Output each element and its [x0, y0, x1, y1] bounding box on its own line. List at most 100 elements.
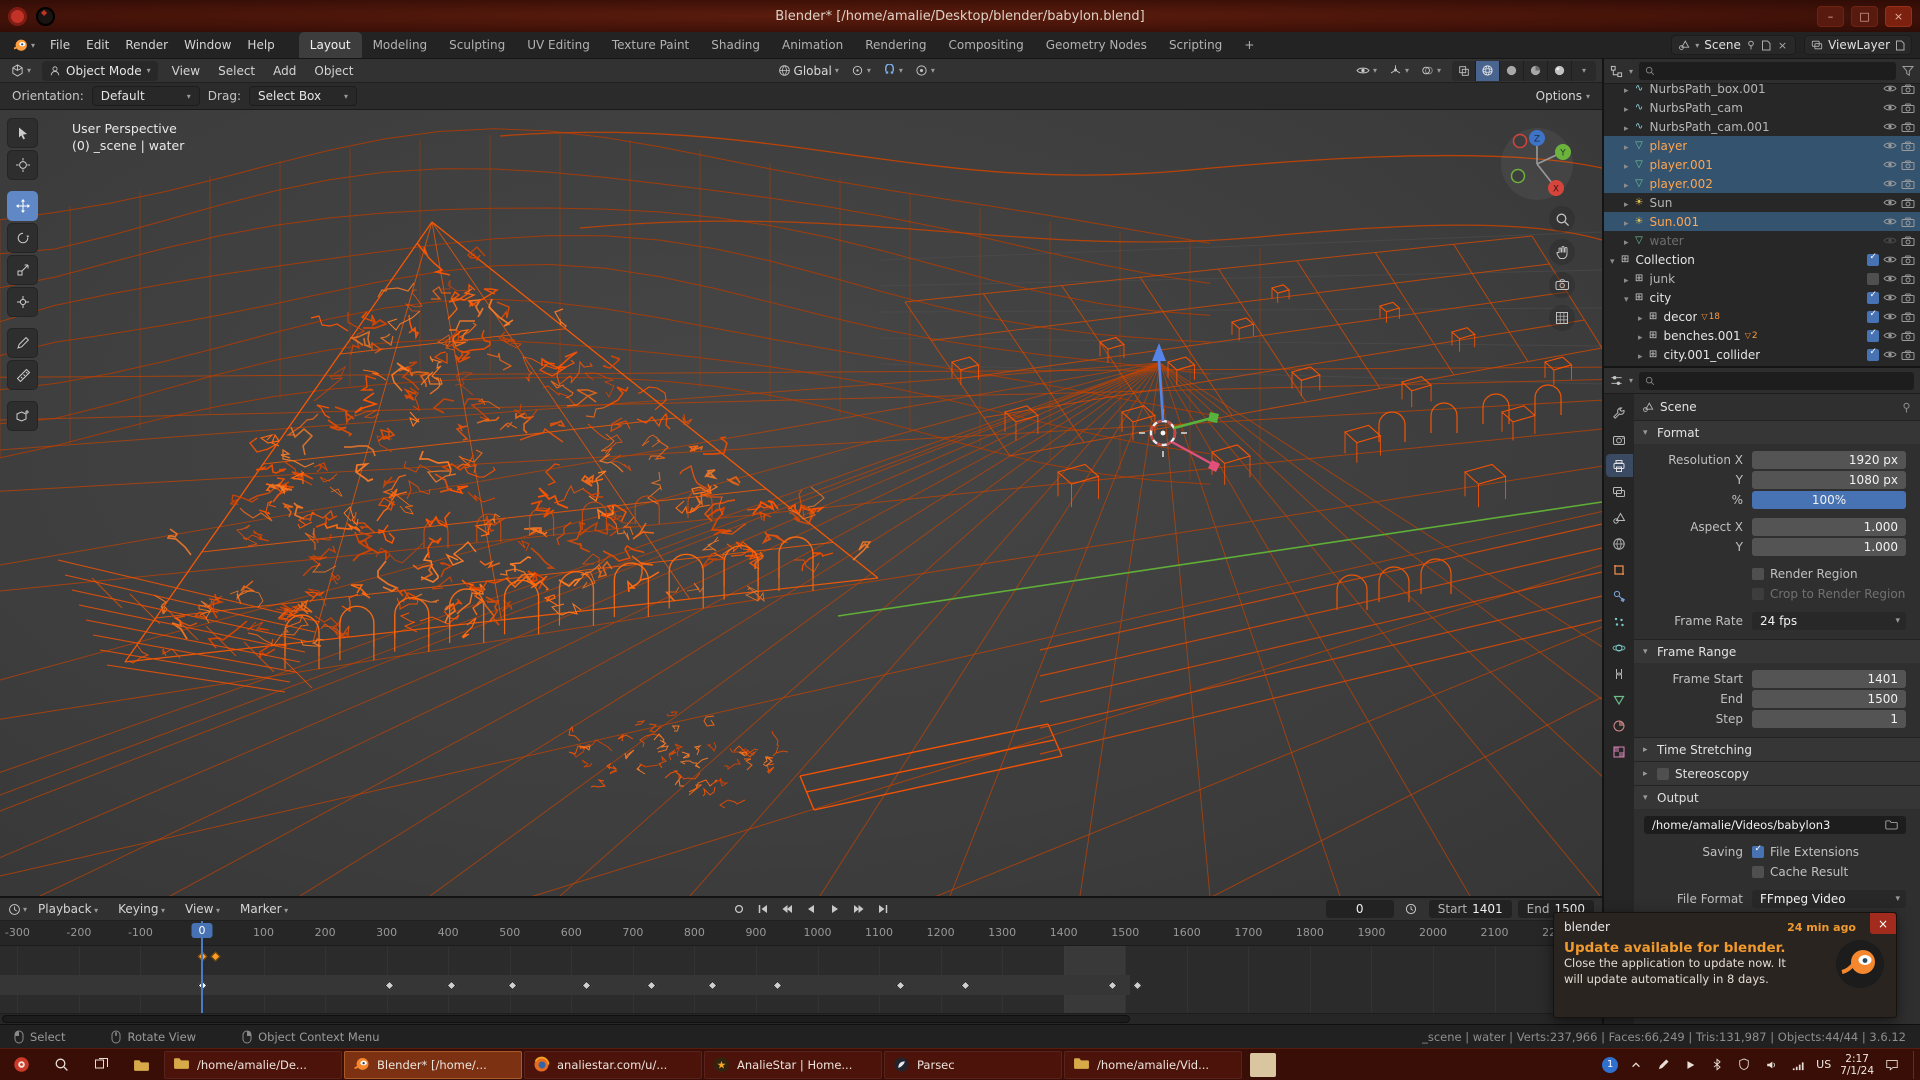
minimize-button[interactable]: – — [1817, 6, 1844, 27]
expand-arrow-icon[interactable] — [1610, 253, 1615, 267]
expand-arrow-icon[interactable] — [1624, 158, 1629, 172]
shading-dropdown[interactable]: ▾ — [1572, 61, 1596, 81]
window-menu-icon[interactable] — [8, 7, 27, 26]
scrollbar-handle[interactable] — [2, 1015, 1130, 1023]
file-explorer-icon[interactable] — [122, 1051, 160, 1079]
previous-keyframe-button[interactable] — [776, 900, 799, 919]
expand-arrow-icon[interactable] — [1624, 215, 1629, 229]
orthographic-grid-icon[interactable] — [1549, 305, 1575, 331]
outliner-row[interactable]: city.001_collider — [1604, 345, 1920, 364]
collection-checkbox[interactable] — [1867, 292, 1879, 304]
scene-tab-icon[interactable] — [1606, 506, 1633, 529]
output-tab-icon[interactable] — [1606, 454, 1633, 477]
taskbar-window-button[interactable]: ★ Blender* [/home/... — [344, 1051, 522, 1079]
file-extensions-checkbox[interactable] — [1752, 846, 1764, 858]
notification-popup[interactable]: × blender 24 min ago Update available fo… — [1553, 912, 1897, 1018]
volume-icon[interactable] — [1762, 1056, 1780, 1074]
menubar-item[interactable]: File — [42, 32, 78, 58]
render-tab-icon[interactable] — [1606, 428, 1633, 451]
play-tray-icon[interactable] — [1681, 1056, 1699, 1074]
outliner-row[interactable]: decor 18 — [1604, 307, 1920, 326]
transform-orientation-selector[interactable]: Global ▾ — [773, 61, 844, 81]
render-camera-icon[interactable] — [1901, 236, 1915, 246]
timeline-ruler[interactable]: -300-200-1000100200300400500600700800900… — [0, 921, 1602, 946]
notifications-icon[interactable] — [1883, 1056, 1901, 1074]
object-name[interactable]: NurbsPath_cam.001 — [1650, 120, 1770, 134]
expand-arrow-icon[interactable] — [1624, 101, 1629, 115]
stereoscopy-checkbox[interactable] — [1657, 768, 1669, 780]
workspace-tab[interactable]: Shading — [700, 32, 771, 58]
camera-view-icon[interactable] — [1549, 272, 1575, 298]
menubar-item[interactable]: Render — [117, 32, 176, 58]
tray-expand-icon[interactable] — [1627, 1056, 1645, 1074]
expand-arrow-icon[interactable] — [1624, 82, 1629, 96]
app-icon-unknown[interactable] — [1250, 1053, 1276, 1077]
viewport-menu-item[interactable]: View — [164, 64, 208, 78]
workspace-tab[interactable]: UV Editing — [516, 32, 601, 58]
jump-to-start-button[interactable] — [752, 900, 775, 919]
output-panel-header[interactable]: ▾ Output — [1634, 786, 1920, 809]
unlink-scene-icon[interactable]: × — [1776, 39, 1789, 52]
properties-editor-icon[interactable] — [1610, 374, 1623, 387]
format-panel-header[interactable]: ▾ Format — [1634, 421, 1920, 444]
workspace-tab[interactable]: Sculpting — [438, 32, 516, 58]
frame-start-field[interactable]: 1401 — [1752, 670, 1906, 688]
expand-arrow-icon[interactable] — [1638, 348, 1643, 362]
start-button[interactable] — [2, 1051, 40, 1079]
outliner-search-input[interactable] — [1639, 62, 1896, 80]
timeline-menu-item[interactable]: Keying — [109, 902, 174, 916]
scale-tool[interactable] — [7, 255, 38, 285]
playhead-frame-label[interactable]: 0 — [192, 923, 213, 938]
viewport-menu-item[interactable]: Select — [210, 64, 263, 78]
cursor-tool[interactable] — [7, 150, 38, 180]
outliner-row[interactable]: Sun — [1604, 193, 1920, 212]
collection-checkbox[interactable] — [1867, 311, 1879, 323]
workspace-tab[interactable]: Compositing — [937, 32, 1034, 58]
visibility-eye-icon[interactable] — [1883, 274, 1897, 283]
pivot-point-selector[interactable]: ▾ — [846, 61, 876, 81]
shading-material-button[interactable] — [1524, 61, 1548, 81]
visibility-eye-icon[interactable] — [1883, 84, 1897, 93]
object-name[interactable]: Sun.001 — [1650, 215, 1700, 229]
visibility-eye-icon[interactable] — [1883, 350, 1897, 359]
outliner-row[interactable]: water — [1604, 231, 1920, 250]
visibility-eye-icon[interactable] — [1883, 331, 1897, 340]
jump-to-end-button[interactable] — [872, 900, 895, 919]
constraints-tab-icon[interactable] — [1606, 662, 1633, 685]
object-name[interactable]: player.002 — [1650, 177, 1713, 191]
select-box-tool[interactable] — [7, 118, 38, 148]
timeline-scrollbar[interactable] — [0, 1013, 1602, 1024]
workspace-tab[interactable]: Layout — [299, 32, 362, 58]
chevron-down-icon[interactable]: ▾ — [23, 905, 27, 914]
object-name[interactable]: water — [1650, 234, 1684, 248]
scene-selector[interactable]: ▾ Scene × — [1671, 35, 1796, 55]
viewport-menu-item[interactable]: Object — [306, 64, 361, 78]
render-camera-icon[interactable] — [1901, 179, 1915, 189]
file-format-dropdown[interactable]: FFmpeg Video — [1752, 890, 1906, 908]
taskbar-window-button[interactable]: ★ analiestar.com/u/... — [524, 1051, 702, 1079]
expand-arrow-icon[interactable] — [1638, 310, 1643, 324]
object-tab-icon[interactable] — [1606, 558, 1633, 581]
menubar-item[interactable]: Edit — [78, 32, 117, 58]
expand-arrow-icon[interactable] — [1624, 234, 1629, 248]
outliner-editor-icon[interactable] — [1610, 65, 1623, 78]
crop-render-region-checkbox[interactable] — [1752, 588, 1764, 600]
visibility-eye-icon[interactable] — [1883, 293, 1897, 302]
frame-start-input[interactable]: Start1401 — [1429, 900, 1512, 918]
resolution-x-field[interactable]: 1920 px — [1752, 451, 1906, 469]
breadcrumb-scene[interactable]: Scene — [1660, 400, 1697, 414]
collection-checkbox[interactable] — [1867, 273, 1879, 285]
current-frame-field[interactable]: 0 — [1326, 900, 1394, 918]
maximize-button[interactable]: □ — [1851, 6, 1878, 27]
expand-arrow-icon[interactable] — [1638, 329, 1643, 343]
outliner-row[interactable]: NurbsPath_cam — [1604, 98, 1920, 117]
folder-icon[interactable] — [1885, 819, 1898, 830]
taskbar-window-button[interactable]: ★ AnalieStar | Home... — [704, 1051, 882, 1079]
expand-arrow-icon[interactable] — [1624, 272, 1629, 286]
collection-checkbox[interactable] — [1867, 330, 1879, 342]
aspect-x-field[interactable]: 1.000 — [1752, 518, 1906, 536]
visibility-eye-icon[interactable] — [1883, 312, 1897, 321]
render-camera-icon[interactable] — [1901, 274, 1915, 284]
time-stretching-panel-header[interactable]: ▸ Time Stretching — [1634, 738, 1920, 761]
output-path-field[interactable]: /home/amalie/Videos/babylon3 — [1644, 816, 1906, 834]
